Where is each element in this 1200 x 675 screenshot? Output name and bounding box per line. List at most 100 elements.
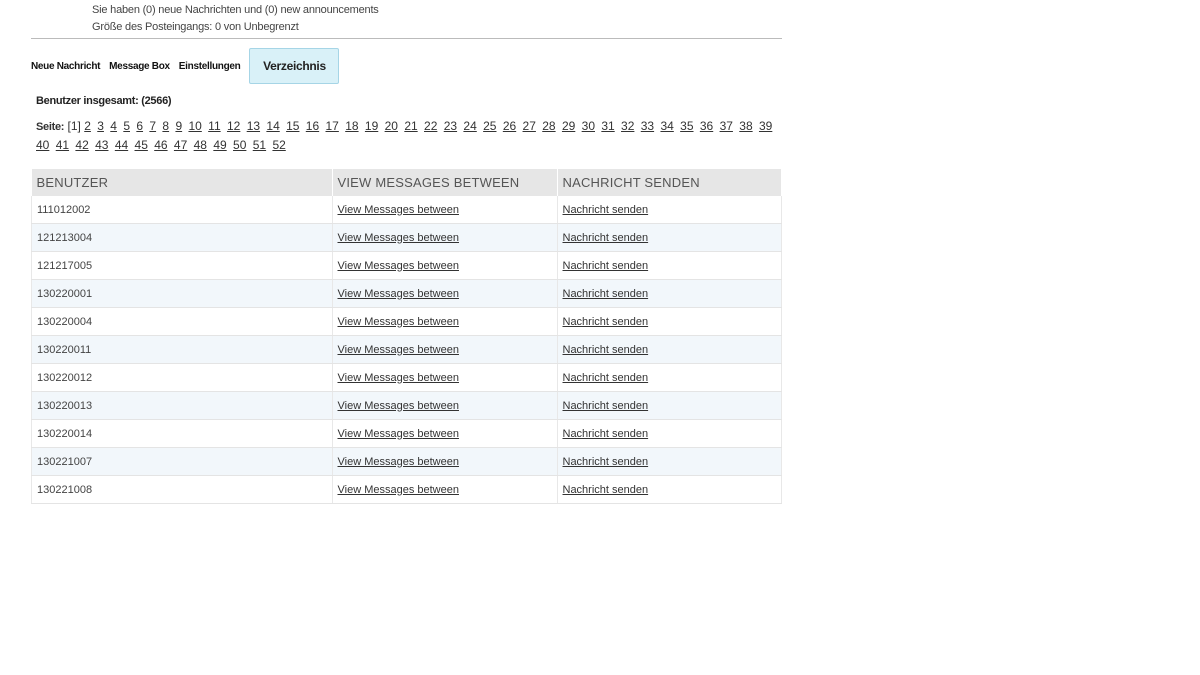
view-messages-link[interactable]: View Messages between — [338, 316, 459, 328]
send-message-link[interactable]: Nachricht senden — [563, 316, 649, 328]
page-link[interactable]: 34 — [660, 119, 673, 133]
view-messages-link[interactable]: View Messages between — [338, 344, 459, 356]
page-link[interactable]: 41 — [56, 138, 69, 152]
view-messages-cell: View Messages between — [332, 307, 558, 336]
page-link[interactable]: 46 — [154, 138, 167, 152]
view-messages-link[interactable]: View Messages between — [338, 260, 459, 272]
page-link[interactable]: 7 — [149, 119, 156, 133]
send-message-cell: Nachricht senden — [557, 391, 782, 420]
page-link[interactable]: 32 — [621, 119, 634, 133]
send-message-link[interactable]: Nachricht senden — [563, 484, 649, 496]
table-row: 121217005 View Messages between Nachricht … — [31, 251, 782, 280]
page-link[interactable]: 39 — [759, 119, 772, 133]
view-messages-cell: View Messages between — [332, 391, 558, 420]
page-link[interactable]: 11 — [208, 119, 220, 133]
page-link[interactable]: 9 — [175, 119, 182, 133]
tab-settings[interactable]: Einstellungen — [179, 61, 241, 72]
page-link[interactable]: 47 — [174, 138, 187, 152]
page-link[interactable]: 28 — [542, 119, 555, 133]
page-link[interactable]: 15 — [286, 119, 299, 133]
table-row: 130220004 View Messages between Nachricht … — [31, 307, 782, 336]
user-id-cell: 121213004 — [31, 223, 333, 252]
table-row: 130220001 View Messages between Nachricht … — [31, 279, 782, 308]
page-link[interactable]: 26 — [503, 119, 516, 133]
send-message-link[interactable]: Nachricht senden — [563, 372, 649, 384]
send-message-link[interactable]: Nachricht senden — [563, 428, 649, 440]
page-link[interactable]: 13 — [247, 119, 260, 133]
page-link[interactable]: 49 — [213, 138, 226, 152]
page-link[interactable]: 5 — [123, 119, 130, 133]
page-link[interactable]: 10 — [188, 119, 201, 133]
user-id-cell: 130220011 — [31, 335, 333, 364]
page-link[interactable]: 8 — [162, 119, 169, 133]
page-link[interactable]: 44 — [115, 138, 128, 152]
page-link[interactable]: 48 — [194, 138, 207, 152]
page-link[interactable]: 35 — [680, 119, 693, 133]
page-link[interactable]: 38 — [739, 119, 752, 133]
tab-message-box[interactable]: Message Box — [109, 61, 170, 72]
view-messages-link[interactable]: View Messages between — [338, 428, 459, 440]
page-link[interactable]: 24 — [463, 119, 476, 133]
page-link[interactable]: 36 — [700, 119, 713, 133]
send-message-link[interactable]: Nachricht senden — [563, 232, 649, 244]
page-link[interactable]: 43 — [95, 138, 108, 152]
table-row: 130220012 View Messages between Nachricht … — [31, 363, 782, 392]
page-link[interactable]: 42 — [75, 138, 88, 152]
send-message-link[interactable]: Nachricht senden — [563, 260, 649, 272]
page-link[interactable]: 18 — [345, 119, 358, 133]
send-message-cell: Nachricht senden — [557, 447, 782, 476]
page-link[interactable]: 21 — [404, 119, 417, 133]
send-message-cell: Nachricht senden — [557, 307, 782, 336]
page-link[interactable]: 51 — [253, 138, 266, 152]
page-link[interactable]: 19 — [365, 119, 378, 133]
page-link[interactable]: 52 — [272, 138, 285, 152]
view-messages-link[interactable]: View Messages between — [338, 456, 459, 468]
table-header-row: BENUTZER VIEW MESSAGES BETWEEN NACHRICHT… — [31, 169, 782, 196]
user-id-cell: 130220013 — [31, 391, 333, 420]
user-id-cell: 130220004 — [31, 307, 333, 336]
pagination: Seite: [1] 2 3 4 5 6 7 8 9 10 11 12 13 1… — [36, 117, 781, 154]
page-link[interactable]: 20 — [385, 119, 398, 133]
send-message-link[interactable]: Nachricht senden — [563, 344, 649, 356]
view-messages-link[interactable]: View Messages between — [338, 372, 459, 384]
page-link[interactable]: 37 — [720, 119, 733, 133]
table-row: 121213004 View Messages between Nachricht … — [31, 223, 782, 252]
page-link[interactable]: 22 — [424, 119, 437, 133]
send-message-link[interactable]: Nachricht senden — [563, 204, 649, 216]
page-link[interactable]: 29 — [562, 119, 575, 133]
pagination-current: [1] — [67, 119, 81, 133]
view-messages-link[interactable]: View Messages between — [338, 288, 459, 300]
tab-directory[interactable]: Verzeichnis — [249, 48, 340, 84]
tab-new-message[interactable]: Neue Nachricht — [31, 61, 100, 72]
page-link[interactable]: 2 — [84, 119, 91, 133]
page-link[interactable]: 30 — [582, 119, 595, 133]
page-link[interactable]: 12 — [227, 119, 240, 133]
page-link[interactable]: 40 — [36, 138, 49, 152]
new-messages-text: Sie haben (0) neue Nachrichten und (0) n… — [92, 4, 379, 16]
page-link[interactable]: 3 — [97, 119, 104, 133]
send-message-link[interactable]: Nachricht senden — [563, 456, 649, 468]
page-link[interactable]: 17 — [326, 119, 339, 133]
user-id-cell: 130220001 — [31, 279, 333, 308]
page-link[interactable]: 50 — [233, 138, 246, 152]
send-message-link[interactable]: Nachricht senden — [563, 288, 649, 300]
page-link[interactable]: 6 — [136, 119, 143, 133]
view-messages-link[interactable]: View Messages between — [338, 204, 459, 216]
view-messages-link[interactable]: View Messages between — [338, 400, 459, 412]
user-id-cell: 130220014 — [31, 419, 333, 448]
page-link[interactable]: 31 — [601, 119, 614, 133]
page-link[interactable]: 45 — [135, 138, 148, 152]
page-link[interactable]: 4 — [110, 119, 117, 133]
page-link[interactable]: 14 — [266, 119, 279, 133]
view-messages-link[interactable]: View Messages between — [338, 484, 459, 496]
page-link[interactable]: 25 — [483, 119, 496, 133]
page-link[interactable]: 33 — [641, 119, 654, 133]
inbox-size-text: Größe des Posteingangs: 0 von Unbegrenzt — [92, 21, 299, 33]
view-messages-link[interactable]: View Messages between — [338, 232, 459, 244]
page-link[interactable]: 16 — [306, 119, 319, 133]
page-link[interactable]: 23 — [444, 119, 457, 133]
send-message-cell: Nachricht senden — [557, 475, 782, 504]
view-messages-cell: View Messages between — [332, 363, 558, 392]
page-link[interactable]: 27 — [523, 119, 536, 133]
send-message-link[interactable]: Nachricht senden — [563, 400, 649, 412]
